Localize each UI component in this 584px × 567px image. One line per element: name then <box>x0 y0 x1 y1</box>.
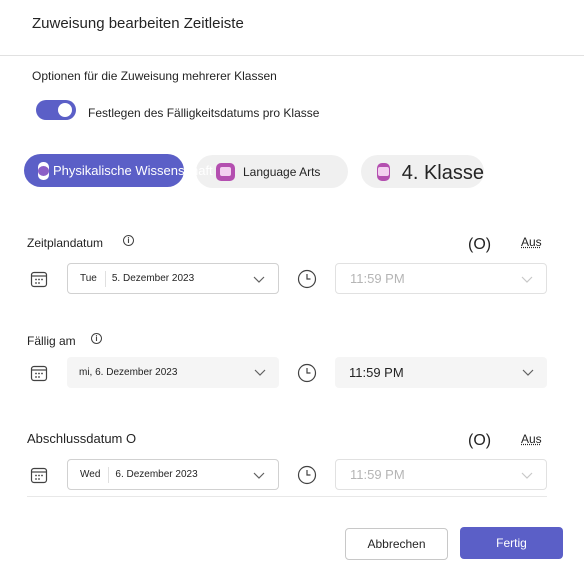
clock-icon <box>297 269 317 289</box>
schedule-off-link[interactable]: Aus <box>521 235 542 249</box>
class-tab-physical-science[interactable]: Physikalische Wissenschaft <box>24 154 213 187</box>
done-button[interactable]: Fertig <box>460 527 563 559</box>
due-date-per-class-toggle[interactable] <box>36 100 76 120</box>
chevron-down-icon <box>254 369 266 376</box>
dialog-title: Zuweisung bearbeiten Zeitleiste <box>32 15 244 32</box>
class-tab-language-arts[interactable]: Language Arts <box>196 155 348 188</box>
chevron-down-icon <box>253 472 265 479</box>
footer-divider <box>27 496 547 497</box>
schedule-time-value: 11:59 PM <box>350 271 405 286</box>
info-icon[interactable]: i <box>123 235 134 246</box>
clock-icon <box>297 363 317 383</box>
due-time-picker[interactable]: 11:59 PM <box>335 357 547 388</box>
due-date-value: mi, 6. Dezember 2023 <box>79 367 178 378</box>
class-notebook-icon <box>377 162 390 181</box>
close-off-link[interactable]: Aus <box>521 432 542 446</box>
chevron-down-icon <box>253 276 265 283</box>
class-tab-4-klasse[interactable]: 4. Klasse <box>361 155 484 188</box>
due-date-picker[interactable]: mi, 6. Dezember 2023 <box>67 357 279 388</box>
close-weekday: Wed <box>80 469 101 480</box>
multi-class-options-label: Optionen für die Zuweisung mehrerer Klas… <box>32 69 277 83</box>
toggle-knob <box>58 103 72 117</box>
class-tab-label: 4. Klasse <box>401 161 484 184</box>
schedule-time-picker[interactable]: 11:59 PM <box>335 263 547 294</box>
class-tab-label: Physikalische Wissenschaft <box>53 163 213 178</box>
chevron-down-icon <box>521 276 533 283</box>
close-time-picker[interactable]: 11:59 PM <box>335 459 547 490</box>
close-date-label: Abschlussdatum O <box>27 431 137 446</box>
schedule-date-label: Zeitplandatum <box>27 236 104 250</box>
clock-icon <box>297 465 317 485</box>
calendar-icon <box>30 365 48 382</box>
due-date-label: Fällig am <box>27 334 76 348</box>
class-notebook-icon <box>38 161 49 180</box>
due-date-per-class-label: Festlegen des Fälligkeitsdatums pro Klas… <box>88 106 320 120</box>
chevron-down-icon <box>522 369 534 376</box>
cancel-button[interactable]: Abbrechen <box>345 528 448 560</box>
close-status-mark: (O) <box>468 432 492 449</box>
class-notebook-icon <box>216 162 235 181</box>
due-time-value: 11:59 PM <box>349 365 404 380</box>
schedule-status-mark: (O) <box>468 236 492 253</box>
close-date-picker[interactable]: Wed 6. Dezember 2023 <box>67 459 279 490</box>
close-time-value: 11:59 PM <box>350 467 405 482</box>
calendar-icon <box>30 271 48 288</box>
close-date-value: 6. Dezember 2023 <box>115 469 198 480</box>
dialog-header: Zuweisung bearbeiten Zeitleiste <box>0 0 584 56</box>
schedule-date-value: 5. Dezember 2023 <box>111 273 195 284</box>
schedule-date-picker[interactable]: Tue 5. Dezember 2023 <box>67 263 279 294</box>
class-tab-label: Language Arts <box>243 164 321 179</box>
calendar-icon <box>30 467 48 484</box>
chevron-down-icon <box>521 472 533 479</box>
info-icon[interactable]: i <box>91 333 102 344</box>
schedule-weekday: Tue <box>80 273 97 284</box>
